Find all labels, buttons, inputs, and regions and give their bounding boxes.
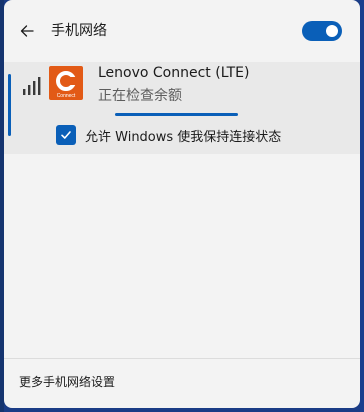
more-cellular-settings-link[interactable]: 更多手机网络设置 xyxy=(19,373,115,390)
desktop-background-right xyxy=(360,0,364,412)
checkmark-icon xyxy=(61,131,71,139)
progress-fill xyxy=(115,113,239,116)
back-button[interactable] xyxy=(14,18,40,44)
keep-connected-label: 允许 Windows 使我保持连接状态 xyxy=(85,130,282,145)
network-list-item[interactable]: Connect Lenovo Connect (LTE) 正在检查余额 允许 W… xyxy=(4,62,360,154)
balance-progress-bar xyxy=(115,113,291,116)
cellular-flyout: 手机网络 Connect Lenovo Connect (LTE) 正在检查余额 xyxy=(4,0,360,408)
page-title: 手机网络 xyxy=(51,23,107,39)
flyout-header: 手机网络 xyxy=(4,0,360,62)
network-status: 正在检查余额 xyxy=(98,88,182,104)
footer-divider xyxy=(4,358,360,359)
keep-connected-checkbox[interactable] xyxy=(56,125,76,145)
toggle-knob xyxy=(326,25,338,37)
selection-indicator xyxy=(8,74,11,136)
network-name: Lenovo Connect (LTE) xyxy=(98,65,250,81)
cellular-signal-icon xyxy=(23,77,41,95)
cellular-toggle[interactable] xyxy=(302,21,342,41)
arrow-left-icon xyxy=(20,25,34,37)
logo-text: Connect xyxy=(57,93,76,99)
lenovo-connect-logo-icon: Connect xyxy=(49,66,83,100)
